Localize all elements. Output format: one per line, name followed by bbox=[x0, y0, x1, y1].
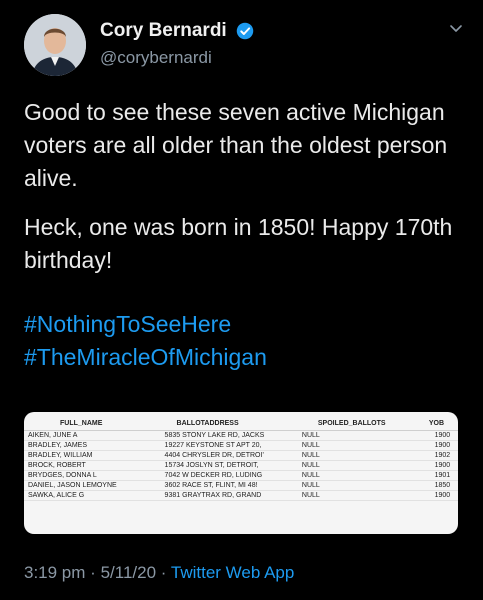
user-handle[interactable]: @corybernardi bbox=[100, 48, 254, 68]
cell-name: BROCK, ROBERT bbox=[24, 460, 163, 471]
cell-spoiled: NULL bbox=[299, 460, 427, 471]
cell-yob: 1850 bbox=[426, 480, 458, 491]
cell-yob: 1900 bbox=[426, 430, 458, 441]
cell-address: 4404 CHRYSLER DR, DETROI' bbox=[162, 450, 300, 461]
cell-name: BRYDGES, DONNA L bbox=[24, 470, 163, 481]
cell-address: 3602 RACE ST, FLINT, MI 48! bbox=[162, 480, 300, 491]
cell-name: BRADLEY, JAMES bbox=[24, 440, 163, 451]
tweet-time[interactable]: 3:19 pm bbox=[24, 563, 85, 582]
cell-name: AIKEN, JUNE A bbox=[24, 430, 163, 441]
table-row: BRADLEY, JAMES 19227 KEYSTONE ST APT 20,… bbox=[24, 440, 458, 451]
column-header: FULL_NAME bbox=[24, 412, 163, 431]
table-row: DANIEL, JASON LEMOYNE 3602 RACE ST, FLIN… bbox=[24, 480, 458, 491]
hashtag-link[interactable]: #NothingToSeeHere bbox=[24, 308, 267, 341]
source-app-link[interactable]: Twitter Web App bbox=[171, 563, 294, 582]
person-avatar-icon bbox=[24, 14, 86, 76]
cell-address: 5835 STONY LAKE RD, JACKS bbox=[162, 430, 300, 441]
verified-badge-icon bbox=[236, 22, 254, 40]
column-header: SPOILED_BALLOTS bbox=[299, 412, 427, 431]
tweet-date[interactable]: 5/11/20 bbox=[101, 563, 156, 582]
cell-name: DANIEL, JASON LEMOYNE bbox=[24, 480, 163, 491]
tweet-paragraph: Good to see these seven active Michigan … bbox=[24, 99, 448, 191]
table-header-row: FULL_NAME BALLOTADDRESS SPOILED_BALLOTS … bbox=[24, 412, 458, 431]
cell-spoiled: NULL bbox=[299, 440, 427, 451]
cell-address: 9381 GRAYTRAX RD, GRAND bbox=[162, 490, 300, 501]
attached-image-table[interactable]: FULL_NAME BALLOTADDRESS SPOILED_BALLOTS … bbox=[24, 412, 458, 534]
tweet-paragraph: Heck, one was born in 1850! Happy 170th … bbox=[24, 214, 453, 273]
tweet-header: Cory Bernardi @corybernardi bbox=[24, 14, 464, 78]
name-block: Cory Bernardi @corybernardi bbox=[100, 20, 254, 68]
table-row: AIKEN, JUNE A 5835 STONY LAKE RD, JACKS … bbox=[24, 430, 458, 441]
tweet-footer: 3:19 pm · 5/11/20 · Twitter Web App bbox=[24, 563, 294, 583]
avatar[interactable] bbox=[24, 14, 86, 76]
column-header: BALLOTADDRESS bbox=[162, 412, 300, 431]
cell-yob: 1900 bbox=[426, 440, 458, 451]
separator: · bbox=[90, 563, 96, 582]
hashtags: #NothingToSeeHere #TheMiracleOfMichigan bbox=[24, 308, 267, 374]
tweet-text: Good to see these seven active Michigan … bbox=[24, 96, 464, 293]
hashtag-link[interactable]: #TheMiracleOfMichigan bbox=[24, 341, 267, 374]
cell-address: 7042 W DECKER RD, LUDING bbox=[162, 470, 300, 481]
cell-address: 19227 KEYSTONE ST APT 20, bbox=[162, 440, 300, 451]
cell-spoiled: NULL bbox=[299, 430, 427, 441]
column-header: YOB bbox=[426, 412, 458, 431]
tweet-card: Cory Bernardi @corybernardi Good to see … bbox=[0, 0, 483, 600]
cell-address: 15734 JOSLYN ST, DETROIT, bbox=[162, 460, 300, 471]
cell-name: BRADLEY, WILLIAM bbox=[24, 450, 163, 461]
cell-yob: 1900 bbox=[426, 460, 458, 471]
cell-spoiled: NULL bbox=[299, 490, 427, 501]
cell-yob: 1900 bbox=[426, 490, 458, 501]
table-row: SAWKA, ALICE G 9381 GRAYTRAX RD, GRAND N… bbox=[24, 490, 458, 501]
chevron-down-icon[interactable] bbox=[448, 20, 464, 36]
cell-yob: 1902 bbox=[426, 450, 458, 461]
table-row: BRYDGES, DONNA L 7042 W DECKER RD, LUDIN… bbox=[24, 470, 458, 481]
cell-spoiled: NULL bbox=[299, 480, 427, 491]
separator: · bbox=[160, 563, 167, 582]
cell-spoiled: NULL bbox=[299, 450, 427, 461]
cell-name: SAWKA, ALICE G bbox=[24, 490, 163, 501]
cell-spoiled: NULL bbox=[299, 470, 427, 481]
voter-table: FULL_NAME BALLOTADDRESS SPOILED_BALLOTS … bbox=[24, 412, 458, 501]
cell-yob: 1901 bbox=[426, 470, 458, 481]
table-row: BROCK, ROBERT 15734 JOSLYN ST, DETROIT, … bbox=[24, 460, 458, 471]
display-name[interactable]: Cory Bernardi bbox=[100, 20, 227, 42]
table-row: BRADLEY, WILLIAM 4404 CHRYSLER DR, DETRO… bbox=[24, 450, 458, 461]
